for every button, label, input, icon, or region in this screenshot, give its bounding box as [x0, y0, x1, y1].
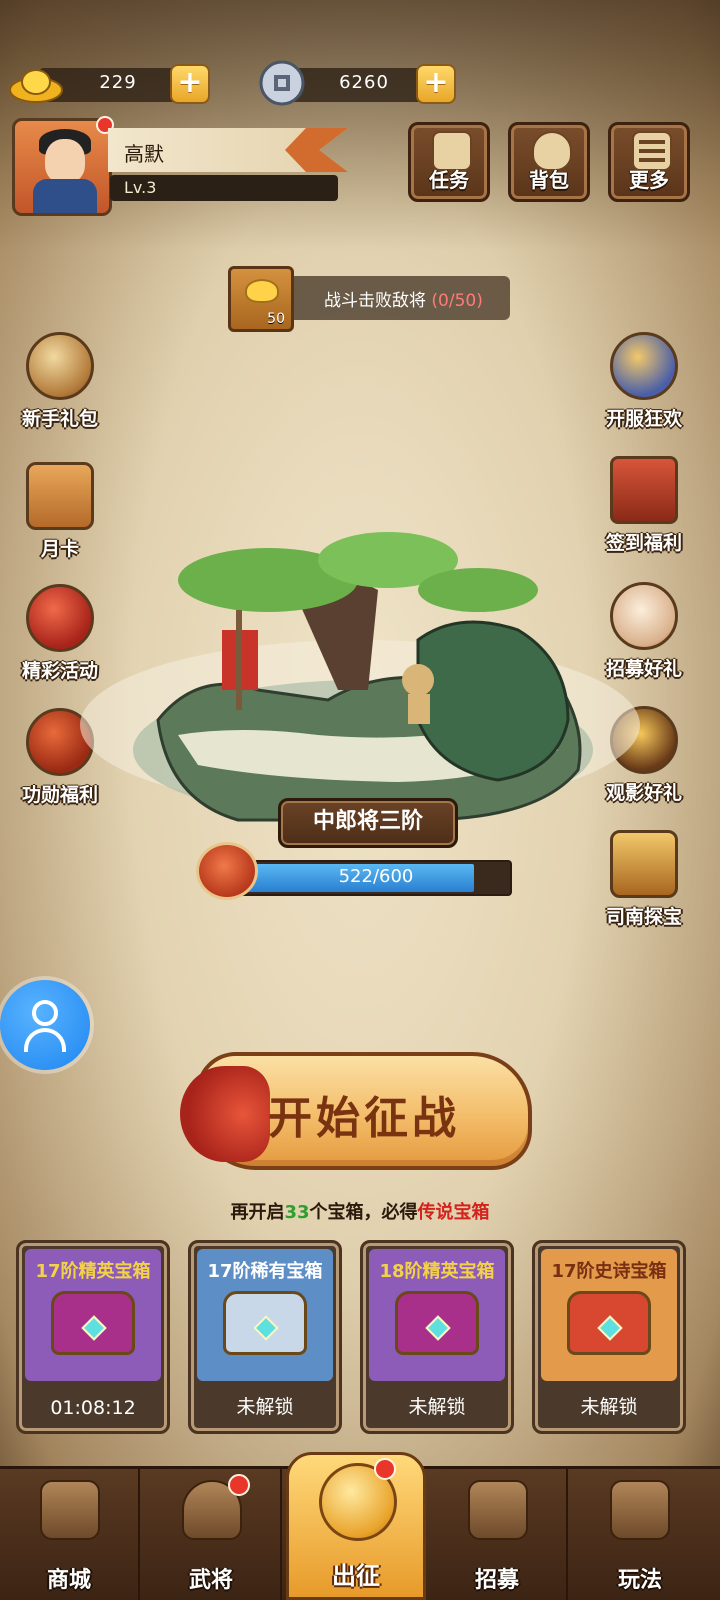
server-carnival-label: 开服狂欢	[605, 408, 682, 430]
tasks-label: 任务	[429, 168, 469, 192]
reward-bag-icon[interactable]	[196, 842, 258, 900]
start-battle-button[interactable]: 开始征战	[180, 1052, 532, 1170]
compass-treasure-label: 司南探宝	[605, 906, 682, 928]
chest-slot-3-title: 18阶精英宝箱	[379, 1261, 495, 1282]
quest-reward-icon: 50	[228, 266, 294, 332]
coin-value: 6260	[339, 72, 389, 93]
nav-battle-label: 出征	[332, 1562, 380, 1590]
month-card-label: 月卡	[40, 538, 79, 560]
quest-banner[interactable]: 战斗击败敌将 (0/50)	[258, 276, 510, 320]
rank-text: 中郎将三阶	[312, 809, 423, 834]
chest-slot-2-status: 未解锁	[236, 1396, 294, 1418]
chest-slot-4-title: 17阶史诗宝箱	[551, 1261, 667, 1282]
checkin-button[interactable]: 签到福利	[594, 456, 694, 566]
battle-island-scene	[118, 520, 608, 840]
start-battle-label: 开始征战	[268, 1093, 460, 1144]
hint-prefix: 再开启	[230, 1202, 285, 1223]
gold-ingot-icon	[245, 279, 279, 303]
chest-slot-3-status: 未解锁	[408, 1396, 466, 1418]
merit-welfare-label: 功勋福利	[21, 784, 98, 806]
compass-treasure-icon	[610, 830, 678, 898]
quest-reward-count: 50	[267, 311, 285, 327]
chest-hint: 再开启33个宝箱，必得传说宝箱	[0, 1198, 720, 1224]
events-icon	[26, 584, 94, 652]
events-button[interactable]: 精彩活动	[10, 584, 110, 694]
chest-slot-2[interactable]: 17阶稀有宝箱 未解锁	[188, 1240, 342, 1434]
month-card-icon	[26, 462, 94, 530]
xp-text: 522/600	[338, 866, 414, 887]
hint-reward: 传说宝箱	[417, 1202, 490, 1223]
backpack-button[interactable]: 背包	[508, 122, 590, 202]
generals-notification-dot	[228, 1474, 250, 1496]
compass-treasure-button[interactable]: 司南探宝	[594, 830, 694, 940]
gold-add-button[interactable]: +	[170, 64, 210, 104]
chest-slot-2-title: 17阶稀有宝箱	[207, 1261, 323, 1282]
more-label: 更多	[629, 168, 669, 192]
gold-ingot-icon	[8, 60, 64, 106]
hint-middle: 个宝箱，必得	[309, 1202, 418, 1223]
events-label: 精彩活动	[21, 660, 98, 682]
novice-pack-label: 新手礼包	[21, 408, 98, 430]
gold-value: 229	[99, 72, 137, 93]
avatar[interactable]	[12, 118, 112, 216]
tasks-button[interactable]: 任务	[408, 122, 490, 202]
recruit-icon	[468, 1480, 528, 1540]
server-carnival-icon	[610, 332, 678, 400]
nav-recruit[interactable]: 招募	[428, 1468, 568, 1600]
shop-icon	[40, 1480, 100, 1540]
coin-add-button[interactable]: +	[416, 64, 456, 104]
nav-shop-label: 商城	[46, 1568, 91, 1593]
gold-currency: 229 +	[8, 64, 212, 104]
nav-battle[interactable]: 出征	[286, 1452, 426, 1600]
nav-shop[interactable]: 商城	[0, 1468, 140, 1600]
chest-slot-4-status: 未解锁	[580, 1396, 638, 1418]
customer-service-button[interactable]	[0, 980, 90, 1070]
nav-generals[interactable]: 武将	[142, 1468, 282, 1600]
person-icon	[32, 1000, 58, 1026]
avatar-body	[33, 179, 97, 213]
recruit-gift-icon	[610, 582, 678, 650]
player-name: 高默	[124, 142, 164, 166]
hint-count: 33	[284, 1202, 310, 1223]
nav-gameplay-label: 玩法	[617, 1568, 662, 1593]
nav-gameplay[interactable]: 玩法	[570, 1468, 710, 1600]
nav-recruit-label: 招募	[474, 1568, 519, 1593]
novice-pack-button[interactable]: 新手礼包	[10, 332, 110, 442]
chest-slot-3[interactable]: 18阶精英宝箱 未解锁	[360, 1240, 514, 1434]
chest-slot-1[interactable]: 17阶精英宝箱 01:08:12	[16, 1240, 170, 1434]
player-level: Lv.3	[124, 178, 157, 197]
recruit-gift-button[interactable]: 招募好礼	[594, 582, 694, 692]
battle-notification-dot	[374, 1458, 396, 1480]
backpack-label: 背包	[529, 168, 569, 192]
quest-text-wrap: 战斗击败敌将 (0/50)	[324, 286, 483, 311]
coin-currency: 6260 +	[254, 60, 458, 106]
novice-pack-icon	[26, 332, 94, 400]
chest-slot-1-status: 01:08:12	[50, 1397, 136, 1419]
avatar-face	[45, 139, 85, 183]
quest-text: 战斗击败敌将	[324, 291, 426, 311]
rank-plate: 中郎将三阶	[278, 798, 458, 848]
gameplay-icon	[610, 1480, 670, 1540]
checkin-icon	[610, 456, 678, 524]
server-carnival-button[interactable]: 开服狂欢	[594, 332, 694, 442]
person-shoulders	[24, 1028, 66, 1052]
copper-coin-icon	[254, 60, 310, 106]
quest-progress: (0/50)	[431, 291, 483, 311]
month-card-button[interactable]: 月卡	[10, 462, 110, 572]
nav-generals-label: 武将	[188, 1568, 233, 1593]
chest-slot-4[interactable]: 17阶史诗宝箱 未解锁	[532, 1240, 686, 1434]
chest-slot-1-title: 17阶精英宝箱	[35, 1261, 151, 1282]
more-button[interactable]: 更多	[608, 122, 690, 202]
